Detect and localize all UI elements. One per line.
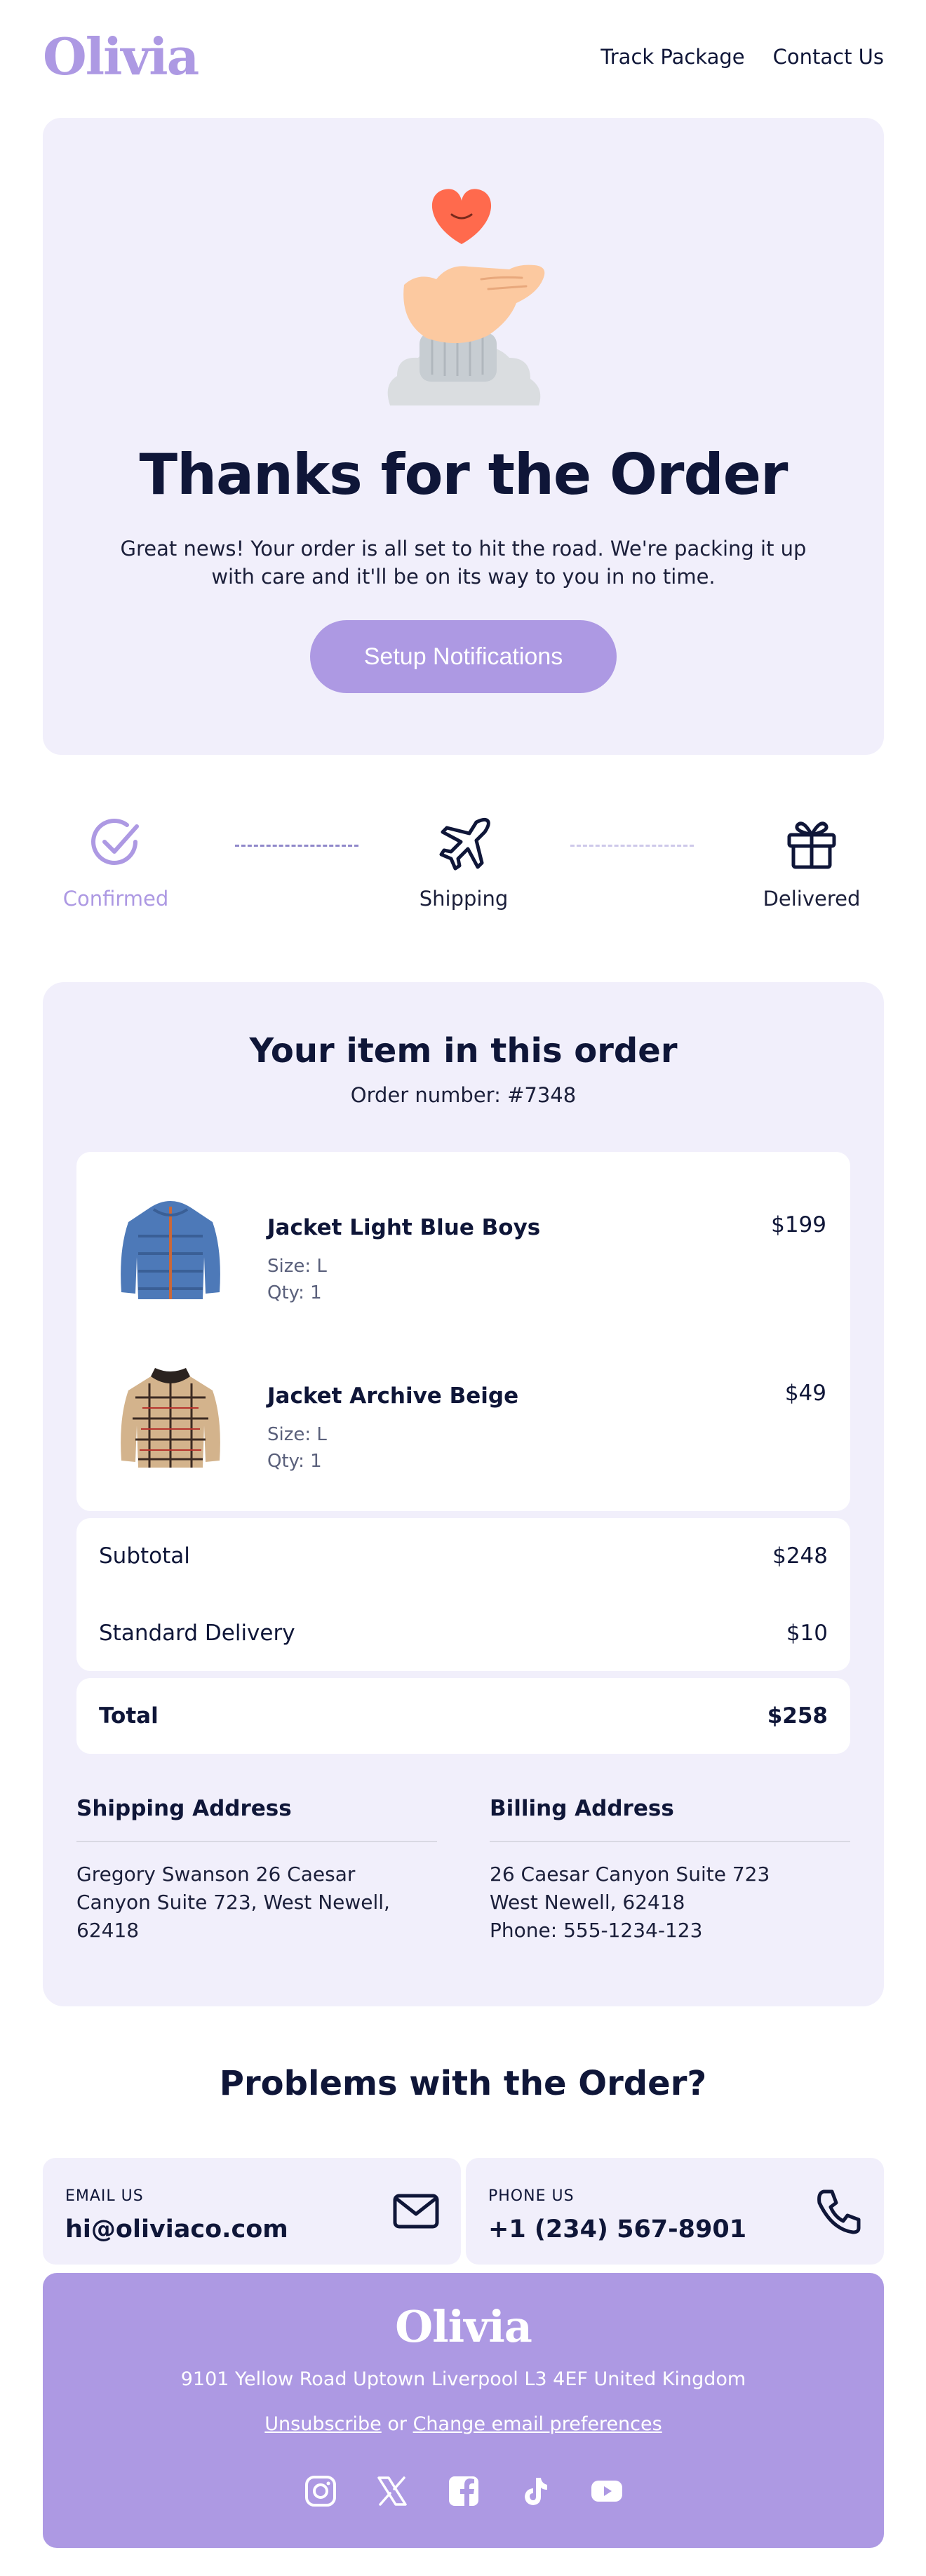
social-links	[43, 2474, 884, 2509]
item-price: $49	[784, 1381, 826, 1406]
progress-connector	[570, 845, 694, 847]
list-item[interactable]: Jacket Archive Beige Size: L Qty: 1 $49	[76, 1355, 850, 1496]
item-price: $199	[771, 1212, 826, 1237]
item-size: Size: L	[267, 1256, 327, 1277]
youtube-icon[interactable]	[589, 2474, 624, 2509]
address-line: West Newell, 62418	[490, 1891, 685, 1914]
shipping-address: Shipping Address Gregory Swanson 26 Caes…	[76, 1796, 437, 1945]
shipping-address-title: Shipping Address	[76, 1796, 437, 1842]
phone-contact-card[interactable]: PHONE US +1 (234) 567-8901	[466, 2158, 884, 2265]
mail-icon	[393, 2194, 439, 2229]
address-line: Gregory Swanson 26 Caesar	[76, 1863, 356, 1886]
header: Olivia Track Package Contact Us	[43, 25, 884, 89]
gift-icon	[787, 821, 836, 869]
instagram-icon[interactable]	[303, 2474, 338, 2509]
address-line: 62418	[76, 1919, 140, 1942]
hero-title: Thanks for the Order	[139, 442, 789, 507]
product-image-plaid-jacket	[121, 1368, 220, 1468]
email-preferences-link[interactable]: Change email preferences	[413, 2413, 662, 2435]
email-contact-card[interactable]: EMAIL US hi@oliviaco.com	[43, 2158, 461, 2265]
heart-icon	[431, 189, 492, 244]
phone-label: PHONE US	[488, 2187, 575, 2205]
list-item[interactable]: Jacket Light Blue Boys Size: L Qty: 1 $1…	[76, 1187, 850, 1327]
email-label: EMAIL US	[65, 2187, 144, 2205]
step-shipping: Shipping	[394, 814, 534, 911]
problems-title: Problems with the Order?	[219, 2064, 707, 2103]
item-size: Size: L	[267, 1424, 327, 1445]
order-summary: Your item in this order Order number: #7…	[43, 982, 884, 2006]
item-name[interactable]: Jacket Light Blue Boys	[267, 1215, 540, 1240]
footer: Olivia 9101 Yellow Road Uptown Liverpool…	[43, 2273, 884, 2548]
order-confirmation-email: Olivia Track Package Contact Us Thanks f…	[0, 0, 926, 2576]
hand-heart-illustration	[387, 189, 545, 405]
order-title: Your item in this order	[249, 1031, 678, 1071]
phone-icon	[817, 2189, 861, 2234]
tiktok-icon[interactable]	[518, 2474, 553, 2509]
contact-us-link[interactable]: Contact Us	[773, 45, 884, 69]
progress-connector	[235, 845, 358, 847]
billing-address-text: 26 Caesar Canyon Suite 723 West Newell, …	[490, 1860, 850, 1945]
step-delivered: Delivered	[742, 814, 882, 911]
total-row: Total $258	[99, 1703, 828, 1729]
total-box: Total $258	[76, 1678, 850, 1754]
hero-section: Thanks for the Order Great news! Your or…	[43, 118, 884, 755]
subtotal-value: $248	[772, 1543, 828, 1569]
delivery-label: Standard Delivery	[99, 1621, 295, 1646]
header-nav: Track Package Contact Us	[600, 45, 884, 69]
total-value: $258	[767, 1703, 828, 1729]
setup-notifications-button[interactable]: Setup Notifications	[310, 620, 617, 693]
shipping-address-text: Gregory Swanson 26 Caesar Canyon Suite 7…	[76, 1860, 437, 1945]
subtotal-label: Subtotal	[99, 1543, 190, 1569]
billing-address-title: Billing Address	[490, 1796, 850, 1842]
total-label: Total	[99, 1703, 159, 1729]
hero-description: Great news! Your order is all set to hit…	[120, 537, 807, 589]
footer-address: 9101 Yellow Road Uptown Liverpool L3 4EF…	[180, 2368, 746, 2390]
brand-logo[interactable]: Olivia	[43, 32, 199, 82]
product-image-blue-jacket	[121, 1201, 220, 1299]
delivery-row: Standard Delivery $10	[99, 1621, 828, 1646]
check-circle-icon	[91, 819, 139, 865]
footer-links: Unsubscribe or Change email preferences	[43, 2413, 884, 2435]
order-progress: Confirmed Shipping Delivered	[43, 814, 884, 919]
address-line: Canyon Suite 723, West Newell,	[76, 1891, 390, 1914]
order-number: Order number: #7348	[350, 1083, 577, 1107]
address-line: 26 Caesar Canyon Suite 723	[490, 1863, 770, 1886]
email-link[interactable]: hi@oliviaco.com	[65, 2215, 288, 2243]
step-confirmed: Confirmed	[46, 814, 186, 911]
price-breakdown: Subtotal $248 Standard Delivery $10	[76, 1518, 850, 1671]
delivery-value: $10	[786, 1621, 828, 1646]
facebook-icon[interactable]	[446, 2474, 481, 2509]
order-items: Jacket Light Blue Boys Size: L Qty: 1 $1…	[76, 1152, 850, 1511]
phone-link[interactable]: +1 (234) 567-8901	[488, 2215, 746, 2243]
subtotal-row: Subtotal $248	[99, 1543, 828, 1569]
step-label: Shipping	[419, 887, 509, 911]
item-quantity: Qty: 1	[267, 1451, 322, 1472]
billing-address: Billing Address 26 Caesar Canyon Suite 7…	[490, 1796, 850, 1945]
item-name[interactable]: Jacket Archive Beige	[267, 1383, 518, 1409]
unsubscribe-link[interactable]: Unsubscribe	[264, 2413, 381, 2435]
airplane-icon	[439, 817, 490, 871]
x-icon[interactable]	[375, 2474, 410, 2509]
step-label: Confirmed	[62, 887, 169, 911]
step-label: Delivered	[763, 887, 861, 911]
address-line: Phone: 555-1234-123	[490, 1919, 703, 1942]
footer-or-text: or	[381, 2413, 413, 2435]
item-quantity: Qty: 1	[267, 1282, 322, 1303]
track-package-link[interactable]: Track Package	[600, 45, 744, 69]
footer-logo[interactable]: Olivia	[43, 2301, 884, 2352]
